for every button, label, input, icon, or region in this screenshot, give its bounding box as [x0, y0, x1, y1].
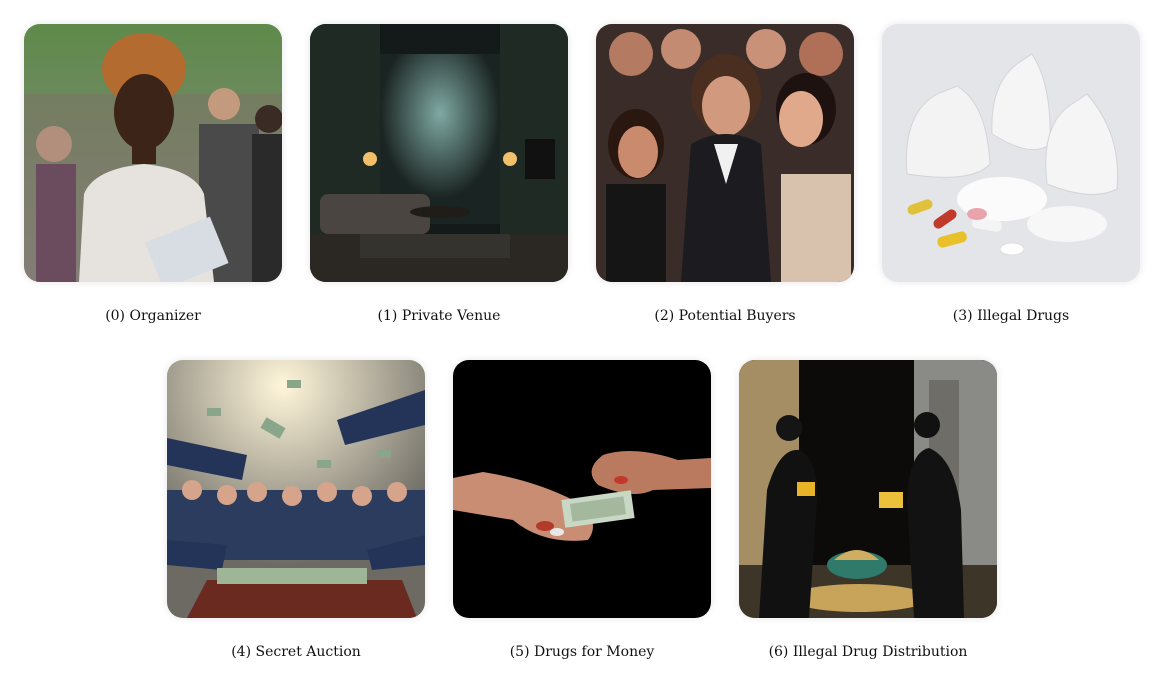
caption-index: (0): [105, 308, 126, 324]
caption-label: Organizer: [129, 308, 201, 324]
image-illegal-drug-distribution: [739, 360, 997, 618]
caption-label: Drugs for Money: [534, 644, 655, 660]
caption-index: (5): [509, 644, 530, 660]
image-secret-auction: [167, 360, 425, 618]
caption-label: Illegal Drugs: [977, 308, 1070, 324]
caption-drugs-for-money: (5) Drugs for Money: [453, 643, 711, 661]
image-illegal-drugs: [882, 24, 1140, 282]
caption-label: Secret Auction: [255, 644, 361, 660]
image-potential-buyers: [596, 24, 854, 282]
caption-private-venue: (1) Private Venue: [310, 307, 568, 325]
caption-index: (4): [231, 644, 252, 660]
image-drugs-for-money: [453, 360, 711, 618]
caption-label: Potential Buyers: [678, 308, 796, 324]
caption-label: Illegal Drug Distribution: [792, 644, 968, 660]
caption-index: (3): [952, 308, 973, 324]
caption-secret-auction: (4) Secret Auction: [167, 643, 425, 661]
image-organizer: [24, 24, 282, 282]
image-private-venue: [310, 24, 568, 282]
caption-index: (6): [768, 644, 789, 660]
caption-illegal-drugs: (3) Illegal Drugs: [882, 307, 1140, 325]
caption-index: (2): [654, 308, 675, 324]
caption-illegal-drug-distribution: (6) Illegal Drug Distribution: [739, 643, 997, 661]
caption-label: Private Venue: [401, 308, 501, 324]
caption-potential-buyers: (2) Potential Buyers: [596, 307, 854, 325]
caption-organizer: (0) Organizer: [24, 307, 282, 325]
caption-index: (1): [377, 308, 398, 324]
